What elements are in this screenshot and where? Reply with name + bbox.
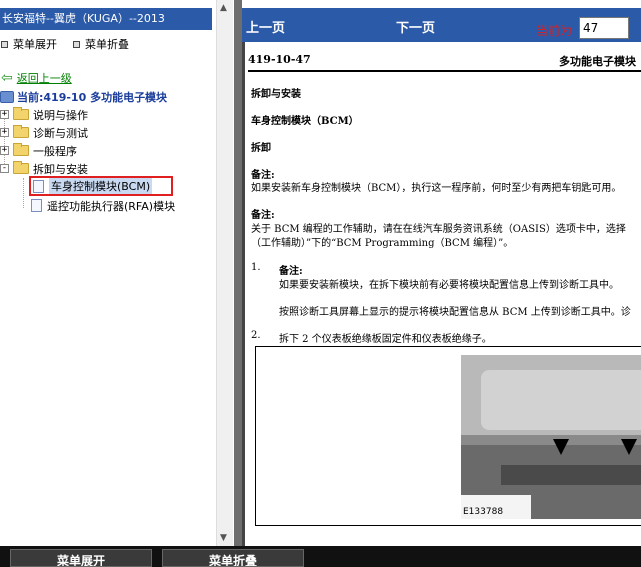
tree-item-rfa[interactable]: 遥控功能执行器(RFA)模块 (31, 197, 175, 214)
tree-panel-title: 长安福特--翼虎（KUGA）--2013 (0, 8, 212, 30)
tree-panel: 长安福特--翼虎（KUGA）--2013 菜单展开 菜单折叠 ⇦ 返回上一级 当… (0, 0, 234, 546)
expand-all-label: 菜单展开 (13, 38, 57, 51)
folder-icon (13, 107, 29, 120)
tree-guide-line (23, 178, 24, 208)
tree-item-label: 车身控制模块(BCM) (49, 178, 153, 194)
tree-item-label: 说明与操作 (33, 108, 88, 122)
page-number-input[interactable] (579, 17, 629, 39)
section-title: 拆卸与安装 (251, 89, 301, 100)
prev-page-button[interactable]: 上一页 (246, 17, 285, 36)
tree-item-label: 诊断与测试 (33, 126, 88, 140)
tree-toolbar: 菜单展开 菜单折叠 (0, 33, 212, 53)
note-text: 如果安装新车身控制模块（BCM），执行这一程序前，何时至少有两把车钥匙可用。 (251, 183, 622, 194)
step-number: 2. (251, 330, 261, 341)
tree-item-bcm[interactable]: 车身控制模块(BCM) (29, 176, 173, 196)
step-text: 如果要安装新模块，在拆下模块前有必要将模块配置信息上传到诊断工具中。 (279, 280, 619, 291)
procedure-figure: E133788 (255, 346, 641, 526)
bottom-expand-button[interactable]: 菜单展开 (10, 549, 152, 567)
expander-icon[interactable]: + (0, 110, 9, 119)
tree-item-label: 拆卸与安装 (33, 162, 88, 176)
step-number: 1. (251, 262, 261, 273)
dashboard-photo: E133788 (461, 355, 641, 519)
document-icon (33, 179, 44, 193)
step-note-title: 备注: (279, 266, 303, 277)
module-icon (0, 90, 14, 103)
tree-view: ⇦ 返回上一级 当前:419-10 多功能电子模块 + 说明与操作 + 诊断与测… (0, 66, 216, 536)
component-title: 车身控制模块（BCM） (251, 116, 359, 127)
expand-all-button[interactable]: 菜单展开 (1, 36, 57, 52)
note-title: 备注: (251, 210, 275, 221)
back-link-label: 返回上一级 (16, 71, 72, 85)
folder-icon (13, 125, 29, 138)
tree-item-removal-installation[interactable]: - 拆卸与安装 (0, 160, 88, 177)
expander-icon[interactable]: + (0, 146, 9, 155)
arrow-down-icon (553, 439, 569, 455)
header-rule (248, 70, 641, 72)
panel-divider[interactable] (234, 0, 242, 546)
tree-item-diagnosis[interactable]: + 诊断与测试 (0, 124, 88, 141)
note-text: （工作辅助）”下的“BCM Programming（BCM 编程）”。 (251, 238, 514, 249)
document-view: 419-10-47 多功能电子模块 拆卸与安装 车身控制模块（BCM） 拆卸 备… (242, 42, 641, 546)
step-text: 拆下 2 个仪表板绝缘板固定件和仪表板绝缘子。 (279, 334, 492, 345)
scroll-up-icon[interactable]: ▲ (220, 3, 227, 13)
next-page-button[interactable]: 下一页 (396, 17, 435, 36)
back-link[interactable]: ⇦ 返回上一级 (1, 69, 72, 86)
note-text: 关于 BCM 编程的工作辅助，请在在线汽车服务资讯系统（OASIS）选项卡中，选… (251, 224, 626, 235)
document-icon (31, 199, 42, 212)
figure-id: E133788 (463, 507, 504, 517)
expand-icon (1, 40, 8, 48)
page-number-label: 当前为 (536, 24, 573, 38)
content-panel: 上一页 下一页 当前为 419-10-47 多功能电子模块 拆卸与安装 车身控制… (242, 0, 641, 546)
tree-item-label: 一般程序 (33, 144, 77, 158)
step-text: 按照诊断工具屏幕上显示的提示将模块配置信息从 BCM 上传到诊断工具中。诊 (279, 307, 631, 318)
collapse-all-label: 菜单折叠 (85, 38, 129, 51)
scroll-down-icon[interactable]: ▼ (220, 533, 227, 543)
tree-scrollbar[interactable]: ▲ ▼ (216, 0, 233, 546)
bottom-bar: 菜单展开 菜单折叠 (0, 546, 641, 567)
folder-open-icon (13, 161, 29, 174)
current-node: 当前:419-10 多功能电子模块 (0, 88, 167, 105)
expander-icon[interactable]: + (0, 128, 9, 137)
collapse-icon (73, 40, 80, 48)
tree-item-instructions[interactable]: + 说明与操作 (0, 106, 88, 123)
module-name: 多功能电子模块 (559, 55, 636, 68)
back-arrow-icon: ⇦ (1, 69, 13, 86)
expander-icon[interactable]: - (0, 164, 9, 173)
bottom-collapse-button[interactable]: 菜单折叠 (162, 549, 304, 567)
procedure-heading: 拆卸 (251, 143, 271, 154)
folder-icon (13, 143, 29, 156)
current-node-label: 当前:419-10 多功能电子模块 (17, 90, 168, 104)
collapse-all-button[interactable]: 菜单折叠 (73, 36, 129, 52)
tree-item-general-procedures[interactable]: + 一般程序 (0, 142, 77, 159)
tree-item-label: 遥控功能执行器(RFA)模块 (47, 199, 176, 213)
page-nav-bar: 上一页 下一页 当前为 (242, 8, 641, 42)
arrow-down-icon (621, 439, 637, 455)
procedure-code: 419-10-47 (248, 53, 311, 66)
